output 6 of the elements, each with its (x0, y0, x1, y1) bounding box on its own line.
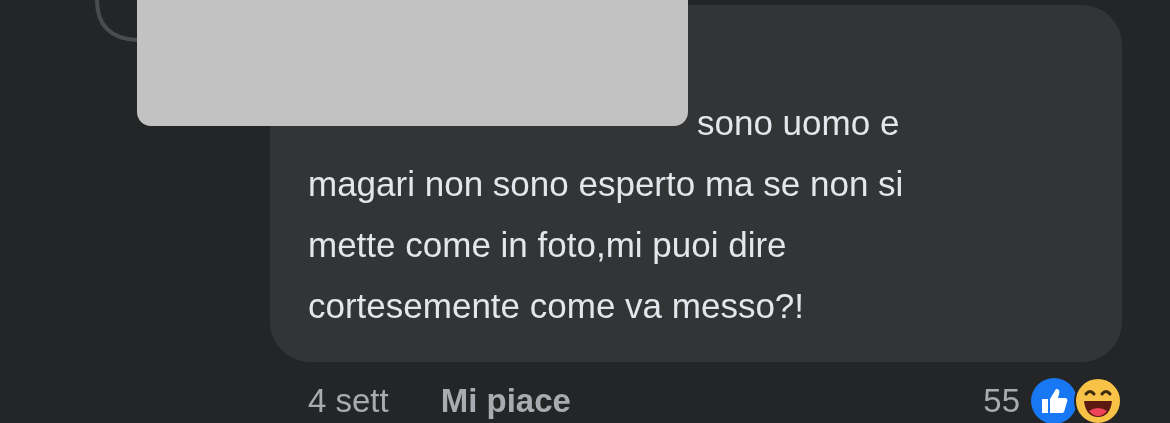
like-button[interactable]: Mi piace (440, 382, 571, 420)
comment-text: sono uomo e magari non sono esperto ma se non si mette come in foto,mi puoi dire cortesemente come va messo?! (308, 102, 905, 327)
reaction-count[interactable]: 55 (983, 382, 1020, 420)
comment-time: 4 sett (308, 382, 389, 420)
avatar[interactable] (93, 0, 137, 42)
thumbs-up-icon (1030, 377, 1078, 423)
